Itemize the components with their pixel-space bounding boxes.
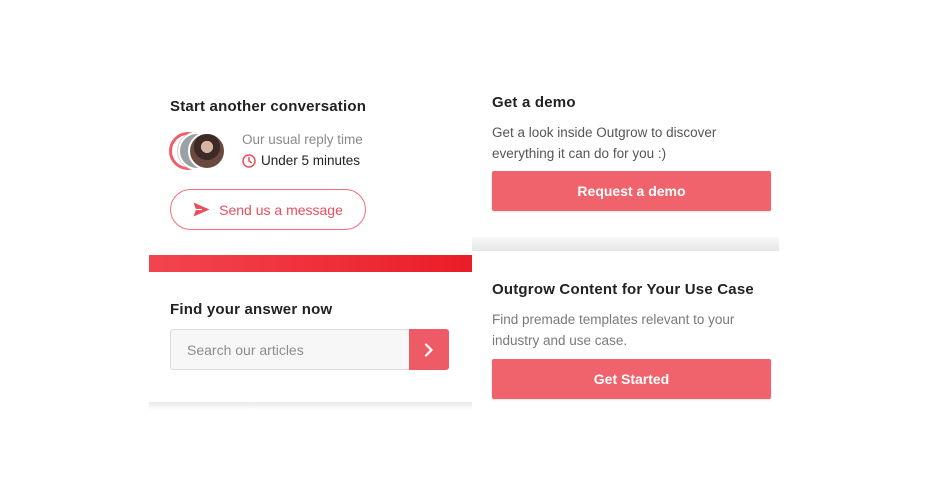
demo-card: Get a demo Get a look inside Outgrow to … xyxy=(472,80,779,237)
demo-description: Get a look inside Outgrow to discover ev… xyxy=(492,125,717,161)
reply-time-info: Our usual reply time Under 5 minutes xyxy=(242,132,363,168)
reply-time-value: Under 5 minutes xyxy=(261,153,361,168)
content-card: Outgrow Content for Your Use Case Find p… xyxy=(472,251,779,409)
conversation-title: Start another conversation xyxy=(170,98,367,115)
chevron-right-icon xyxy=(424,342,433,357)
clock-icon xyxy=(242,153,256,168)
content-title: Outgrow Content for Your Use Case xyxy=(492,281,754,298)
get-started-button[interactable]: Get Started xyxy=(492,359,771,399)
team-avatars xyxy=(169,132,229,172)
conversation-panel: Start another conversation Our usual rep… xyxy=(149,80,472,410)
search-submit-button[interactable] xyxy=(409,329,449,370)
send-message-button[interactable]: Send us a message xyxy=(170,189,366,230)
section-divider xyxy=(149,255,472,272)
reply-time-label: Our usual reply time xyxy=(242,132,363,147)
content-description: Find premade templates relevant to your … xyxy=(492,312,735,348)
demo-title: Get a demo xyxy=(492,94,576,111)
send-message-label: Send us a message xyxy=(219,201,343,218)
search-input[interactable] xyxy=(170,329,409,370)
find-answer-title: Find your answer now xyxy=(170,301,333,318)
article-search xyxy=(170,329,450,370)
reply-time-row: Under 5 minutes xyxy=(242,153,363,168)
panel-shadow xyxy=(149,402,472,410)
avatar xyxy=(188,132,226,170)
request-demo-button[interactable]: Request a demo xyxy=(492,171,771,211)
paper-plane-icon xyxy=(193,202,210,217)
